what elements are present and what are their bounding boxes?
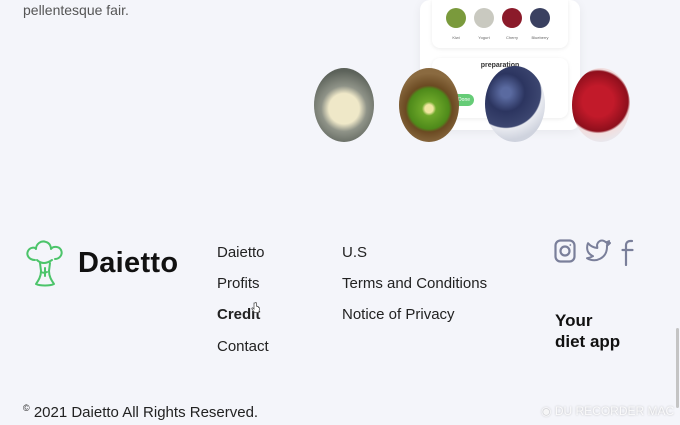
ingredient-blueberry-thumb bbox=[530, 8, 550, 28]
tagline-line1: Your bbox=[555, 311, 593, 330]
copyright-label: 2021 Daietto All Rights Reserved. bbox=[33, 404, 259, 421]
hero-text-snippet: pellentesque fair. bbox=[23, 2, 129, 18]
footer-link-daietto[interactable]: Daietto bbox=[217, 244, 265, 261]
watermark-label: DU RECORDER MAC bbox=[554, 404, 675, 418]
instagram-icon[interactable] bbox=[554, 238, 576, 269]
copyright-text: © 2021 Daietto All Rights Reserved. bbox=[23, 403, 258, 421]
ingredient-kiwi-thumb bbox=[446, 8, 466, 28]
brand-name[interactable]: Daietto bbox=[78, 247, 178, 280]
page-scrollbar[interactable] bbox=[676, 328, 679, 408]
ingredient-label: Blueberry bbox=[531, 35, 549, 40]
footer-link-contact[interactable]: Contact bbox=[217, 338, 269, 355]
recorder-watermark: ◉ DU RECORDER MAC bbox=[541, 404, 674, 418]
yogurt-drink-image bbox=[314, 68, 374, 142]
ingredient-yogurt-thumb bbox=[474, 8, 494, 28]
kiwi-image bbox=[399, 68, 459, 142]
ingredient-cherry-thumb bbox=[502, 8, 522, 28]
twitter-icon[interactable] bbox=[586, 238, 612, 269]
ingredients-panel: Kiwi Yogurt Cherry Blueberry bbox=[432, 0, 568, 48]
ingredient-label: Cherry bbox=[505, 35, 518, 40]
copyright-symbol: © bbox=[23, 403, 30, 413]
hand-cursor-icon bbox=[251, 301, 260, 319]
footer-link-profits[interactable]: Profits bbox=[217, 275, 260, 292]
footer-link-us[interactable]: U.S bbox=[342, 244, 367, 261]
tagline: Your diet app bbox=[555, 310, 620, 352]
preparation-title: preparation bbox=[480, 62, 520, 69]
tagline-line2: diet app bbox=[555, 332, 621, 351]
cherries-image bbox=[572, 68, 630, 142]
footer-link-privacy[interactable]: Notice of Privacy bbox=[342, 306, 455, 323]
ingredient-label: Kiwi bbox=[452, 35, 460, 40]
blueberries-image bbox=[485, 66, 545, 142]
broccoli-logo-icon[interactable] bbox=[23, 238, 67, 295]
camera-icon: ◉ bbox=[541, 404, 552, 418]
ingredient-label: Yogurt bbox=[478, 35, 490, 40]
facebook-icon[interactable] bbox=[621, 238, 635, 271]
footer-link-terms[interactable]: Terms and Conditions bbox=[342, 275, 487, 292]
